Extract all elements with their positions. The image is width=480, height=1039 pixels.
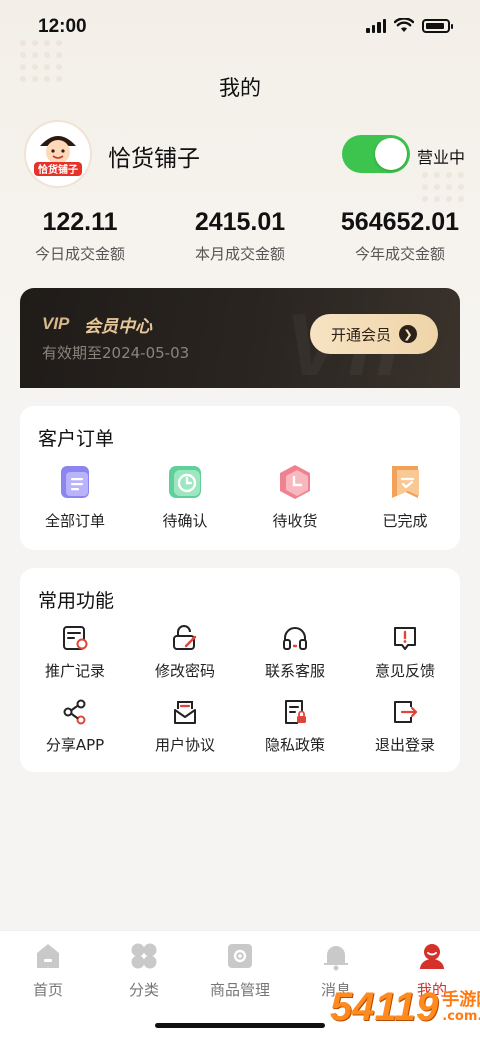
- function-label: 退出登录: [374, 736, 435, 754]
- function-logout[interactable]: 退出登录: [350, 698, 460, 755]
- page-title: 我的: [219, 76, 261, 100]
- signal-icon: [366, 18, 386, 33]
- open-vip-label: 开通会员: [330, 325, 391, 344]
- order-label: 已完成: [382, 512, 428, 530]
- function-label: 隐私政策: [264, 736, 325, 754]
- business-status-label: 营业中: [417, 148, 466, 167]
- promotion-record-icon: [20, 624, 130, 652]
- order-all[interactable]: 全部订单: [20, 462, 130, 531]
- function-user-agreement[interactable]: 用户协议: [130, 698, 240, 755]
- functions-title: 常用功能: [38, 590, 115, 612]
- vip-title: 会员中心: [84, 317, 152, 337]
- toggle-knob: [375, 138, 407, 170]
- function-label: 分享APP: [45, 736, 105, 754]
- agreement-icon: [130, 698, 240, 726]
- stat-label: 本月成交金额: [194, 245, 285, 263]
- business-status-toggle[interactable]: [342, 135, 410, 173]
- home-icon: [37, 944, 59, 968]
- stat-today[interactable]: 122.11 今日成交金额: [0, 208, 160, 264]
- shop-name: 恰货铺子: [108, 146, 200, 172]
- site-watermark: 54119 手游网 .com.cn: [330, 985, 480, 1030]
- function-label: 联系客服: [264, 662, 325, 680]
- stat-value: 122.11: [42, 208, 118, 236]
- share-icon: [20, 698, 130, 726]
- tab-category[interactable]: 分类: [96, 941, 192, 1000]
- order-pending-receipt[interactable]: 待收货: [240, 462, 350, 531]
- stat-value: 564652.01: [340, 208, 460, 236]
- vip-card[interactable]: VIP VIP 会员中心 有效期至2024-05-03 开通会员 ❯: [20, 288, 460, 388]
- status-icons: [366, 18, 453, 33]
- battery-icon: [422, 18, 453, 33]
- order-label: 待确认: [162, 512, 208, 530]
- function-feedback[interactable]: 意见反馈: [350, 624, 460, 681]
- tab-label: 分类: [128, 981, 159, 999]
- order-completed[interactable]: 已完成: [350, 462, 460, 531]
- watermark-domain: .com.cn: [442, 1008, 480, 1024]
- bell-icon: [324, 946, 348, 971]
- avatar-text: 恰货铺子: [38, 163, 78, 176]
- function-share-app[interactable]: 分享APP: [20, 698, 130, 755]
- status-time: 12:00: [38, 16, 87, 37]
- stat-month[interactable]: 2415.01 本月成交金额: [160, 208, 320, 264]
- function-label: 用户协议: [154, 736, 215, 754]
- arrow-right-icon: ❯: [399, 325, 417, 343]
- shop-logo-icon: 恰货铺子: [26, 122, 90, 186]
- privacy-icon: [240, 698, 350, 726]
- clock-icon: [130, 462, 240, 502]
- function-label: 推广记录: [44, 662, 105, 680]
- pending-receipt-icon: [240, 462, 350, 502]
- headset-icon: [240, 624, 350, 652]
- function-change-password[interactable]: 修改密码: [130, 624, 240, 681]
- stat-label: 今日成交金额: [34, 245, 125, 263]
- category-icon: [131, 943, 157, 969]
- order-label: 待收货: [272, 512, 318, 530]
- function-contact-service[interactable]: 联系客服: [240, 624, 350, 681]
- orders-title: 客户订单: [38, 428, 115, 450]
- function-privacy-policy[interactable]: 隐私政策: [240, 698, 350, 755]
- profile-icon: [420, 944, 444, 969]
- vip-badge: VIP: [42, 314, 70, 333]
- wifi-icon: [394, 18, 414, 32]
- function-label: 修改密码: [154, 662, 215, 680]
- tab-label: 首页: [32, 981, 63, 999]
- stat-year[interactable]: 564652.01 今年成交金额: [320, 208, 480, 264]
- stat-label: 今年成交金额: [354, 245, 445, 263]
- orders-card: 客户订单 全部订单 待确认 待收货 已完成: [20, 406, 460, 550]
- function-label: 意见反馈: [374, 662, 435, 680]
- home-indicator: [155, 1023, 325, 1028]
- feedback-icon: [350, 624, 460, 652]
- tab-home[interactable]: 首页: [0, 941, 96, 1000]
- order-label: 全部订单: [44, 512, 105, 530]
- function-promotion-record[interactable]: 推广记录: [20, 624, 130, 681]
- open-vip-button[interactable]: 开通会员 ❯: [310, 314, 438, 354]
- watermark-number: 54119: [330, 985, 439, 1029]
- tab-goods-manage[interactable]: 商品管理: [192, 941, 288, 1000]
- decorative-dots: [422, 172, 464, 202]
- logout-icon: [350, 698, 460, 726]
- goods-manage-icon: [228, 944, 252, 968]
- lock-edit-icon: [130, 624, 240, 652]
- tab-label: 商品管理: [209, 981, 270, 999]
- stat-value: 2415.01: [194, 208, 286, 236]
- order-pending-confirm[interactable]: 待确认: [130, 462, 240, 531]
- completed-icon: [350, 462, 460, 502]
- watermark-text: 手游网: [442, 989, 480, 1010]
- all-orders-icon: [20, 462, 130, 502]
- vip-expiry: 有效期至2024-05-03: [42, 344, 190, 362]
- status-bar: 12:00: [0, 0, 480, 54]
- shop-avatar[interactable]: 恰货铺子: [24, 120, 92, 188]
- functions-card: 常用功能 推广记录 修改密码 联系客服 意见反馈 分享APP 用户协议 隐私政策…: [20, 568, 460, 772]
